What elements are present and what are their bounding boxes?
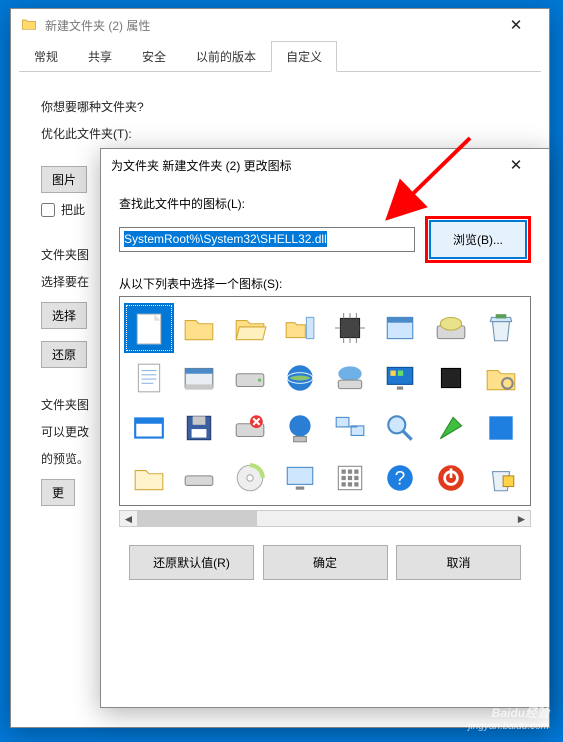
icon-chip[interactable]	[325, 303, 375, 353]
icon-power-off[interactable]	[426, 453, 476, 503]
tab-general[interactable]: 常规	[19, 41, 73, 72]
folder-type-question: 你想要哪种文件夹?	[41, 98, 519, 115]
icon-list[interactable]: ?	[119, 296, 531, 506]
icon-network-computers[interactable]	[325, 403, 375, 453]
icon-list-scrollbar[interactable]: ◄ ►	[119, 510, 531, 527]
close-icon: ✕	[510, 156, 523, 174]
scroll-thumb[interactable]	[137, 511, 257, 526]
icon-recycle-full[interactable]	[476, 303, 526, 353]
close-button[interactable]: ✕	[493, 10, 539, 40]
lookup-label: 查找此文件中的图标(L):	[119, 195, 531, 212]
icon-network-globe[interactable]	[275, 403, 325, 453]
icon-folder-empty[interactable]	[124, 453, 174, 503]
watermark-line1: Baidu经验	[468, 704, 549, 721]
icon-magnifier[interactable]	[375, 403, 425, 453]
tab-customize[interactable]: 自定义	[271, 41, 337, 72]
icon-help-arrow[interactable]	[426, 403, 476, 453]
choose-file-button[interactable]: 选择	[41, 302, 87, 329]
change-icon-title: 为文件夹 新建文件夹 (2) 更改图标	[111, 157, 292, 174]
icon-keypad[interactable]	[325, 453, 375, 503]
icon-app-window[interactable]	[375, 303, 425, 353]
icon-folder-open[interactable]	[225, 303, 275, 353]
icon-floppy[interactable]	[174, 403, 224, 453]
icon-internet-globe[interactable]	[275, 353, 325, 403]
change-icon-button[interactable]: 更	[41, 479, 75, 506]
apply-checkbox-label: 把此	[61, 201, 85, 218]
optimize-label: 优化此文件夹(T):	[41, 125, 519, 142]
icon-blank-page[interactable]	[124, 303, 174, 353]
browse-highlight: 浏览(B)...	[425, 216, 531, 263]
icon-exe-window[interactable]	[174, 353, 224, 403]
icon-folder-gear[interactable]	[476, 353, 526, 403]
tab-previous-versions[interactable]: 以前的版本	[181, 41, 271, 72]
change-icon-dialog: 为文件夹 新建文件夹 (2) 更改图标 ✕ 查找此文件中的图标(L): Syst…	[100, 148, 550, 708]
tab-sharing[interactable]: 共享	[73, 41, 127, 72]
scroll-right-icon[interactable]: ►	[513, 511, 530, 526]
restore-default-button[interactable]: 还原默认值(R)	[129, 545, 254, 580]
icon-path-value: SystemRoot%\System32\SHELL32.dll	[124, 231, 327, 247]
icon-display-apps[interactable]	[375, 353, 425, 403]
icon-tree-open[interactable]	[275, 303, 325, 353]
icon-folder[interactable]	[174, 303, 224, 353]
icon-recycle-chip[interactable]	[476, 453, 526, 503]
properties-title: 新建文件夹 (2) 属性	[45, 17, 150, 34]
icon-document-text[interactable]	[124, 353, 174, 403]
close-icon: ✕	[510, 16, 523, 34]
svg-text:?: ?	[395, 468, 406, 489]
ok-button[interactable]: 确定	[263, 545, 388, 580]
cancel-button[interactable]: 取消	[396, 545, 521, 580]
icon-drive-cd[interactable]	[426, 303, 476, 353]
scroll-left-icon[interactable]: ◄	[120, 511, 137, 526]
icon-blue-blank[interactable]	[476, 403, 526, 453]
tab-security[interactable]: 安全	[127, 41, 181, 72]
apply-checkbox[interactable]	[41, 203, 55, 217]
properties-title-bar: 新建文件夹 (2) 属性 ✕	[11, 9, 549, 41]
icon-help-question[interactable]: ?	[375, 453, 425, 503]
change-icon-title-bar: 为文件夹 新建文件夹 (2) 更改图标 ✕	[101, 149, 549, 181]
image-button[interactable]: 图片	[41, 166, 87, 193]
icon-cloud-drive[interactable]	[325, 353, 375, 403]
folder-icon	[21, 16, 45, 35]
watermark-line2: jingyan.baidu.com	[468, 721, 549, 732]
select-icon-label: 从以下列表中选择一个图标(S):	[119, 275, 531, 292]
watermark: Baidu经验 jingyan.baidu.com	[468, 704, 549, 732]
icon-monitor[interactable]	[275, 453, 325, 503]
icon-window-blue[interactable]	[124, 403, 174, 453]
browse-button[interactable]: 浏览(B)...	[429, 220, 527, 259]
icon-drive-flat[interactable]	[174, 453, 224, 503]
icon-cd-disc[interactable]	[225, 453, 275, 503]
properties-tabs: 常规 共享 安全 以前的版本 自定义	[19, 41, 541, 72]
restore-button[interactable]: 还原	[41, 341, 87, 368]
close-button[interactable]: ✕	[493, 150, 539, 180]
icon-drive-x[interactable]	[225, 403, 275, 453]
icon-path-input[interactable]: SystemRoot%\System32\SHELL32.dll	[119, 227, 415, 252]
icon-black-box[interactable]	[426, 353, 476, 403]
icon-drive[interactable]	[225, 353, 275, 403]
